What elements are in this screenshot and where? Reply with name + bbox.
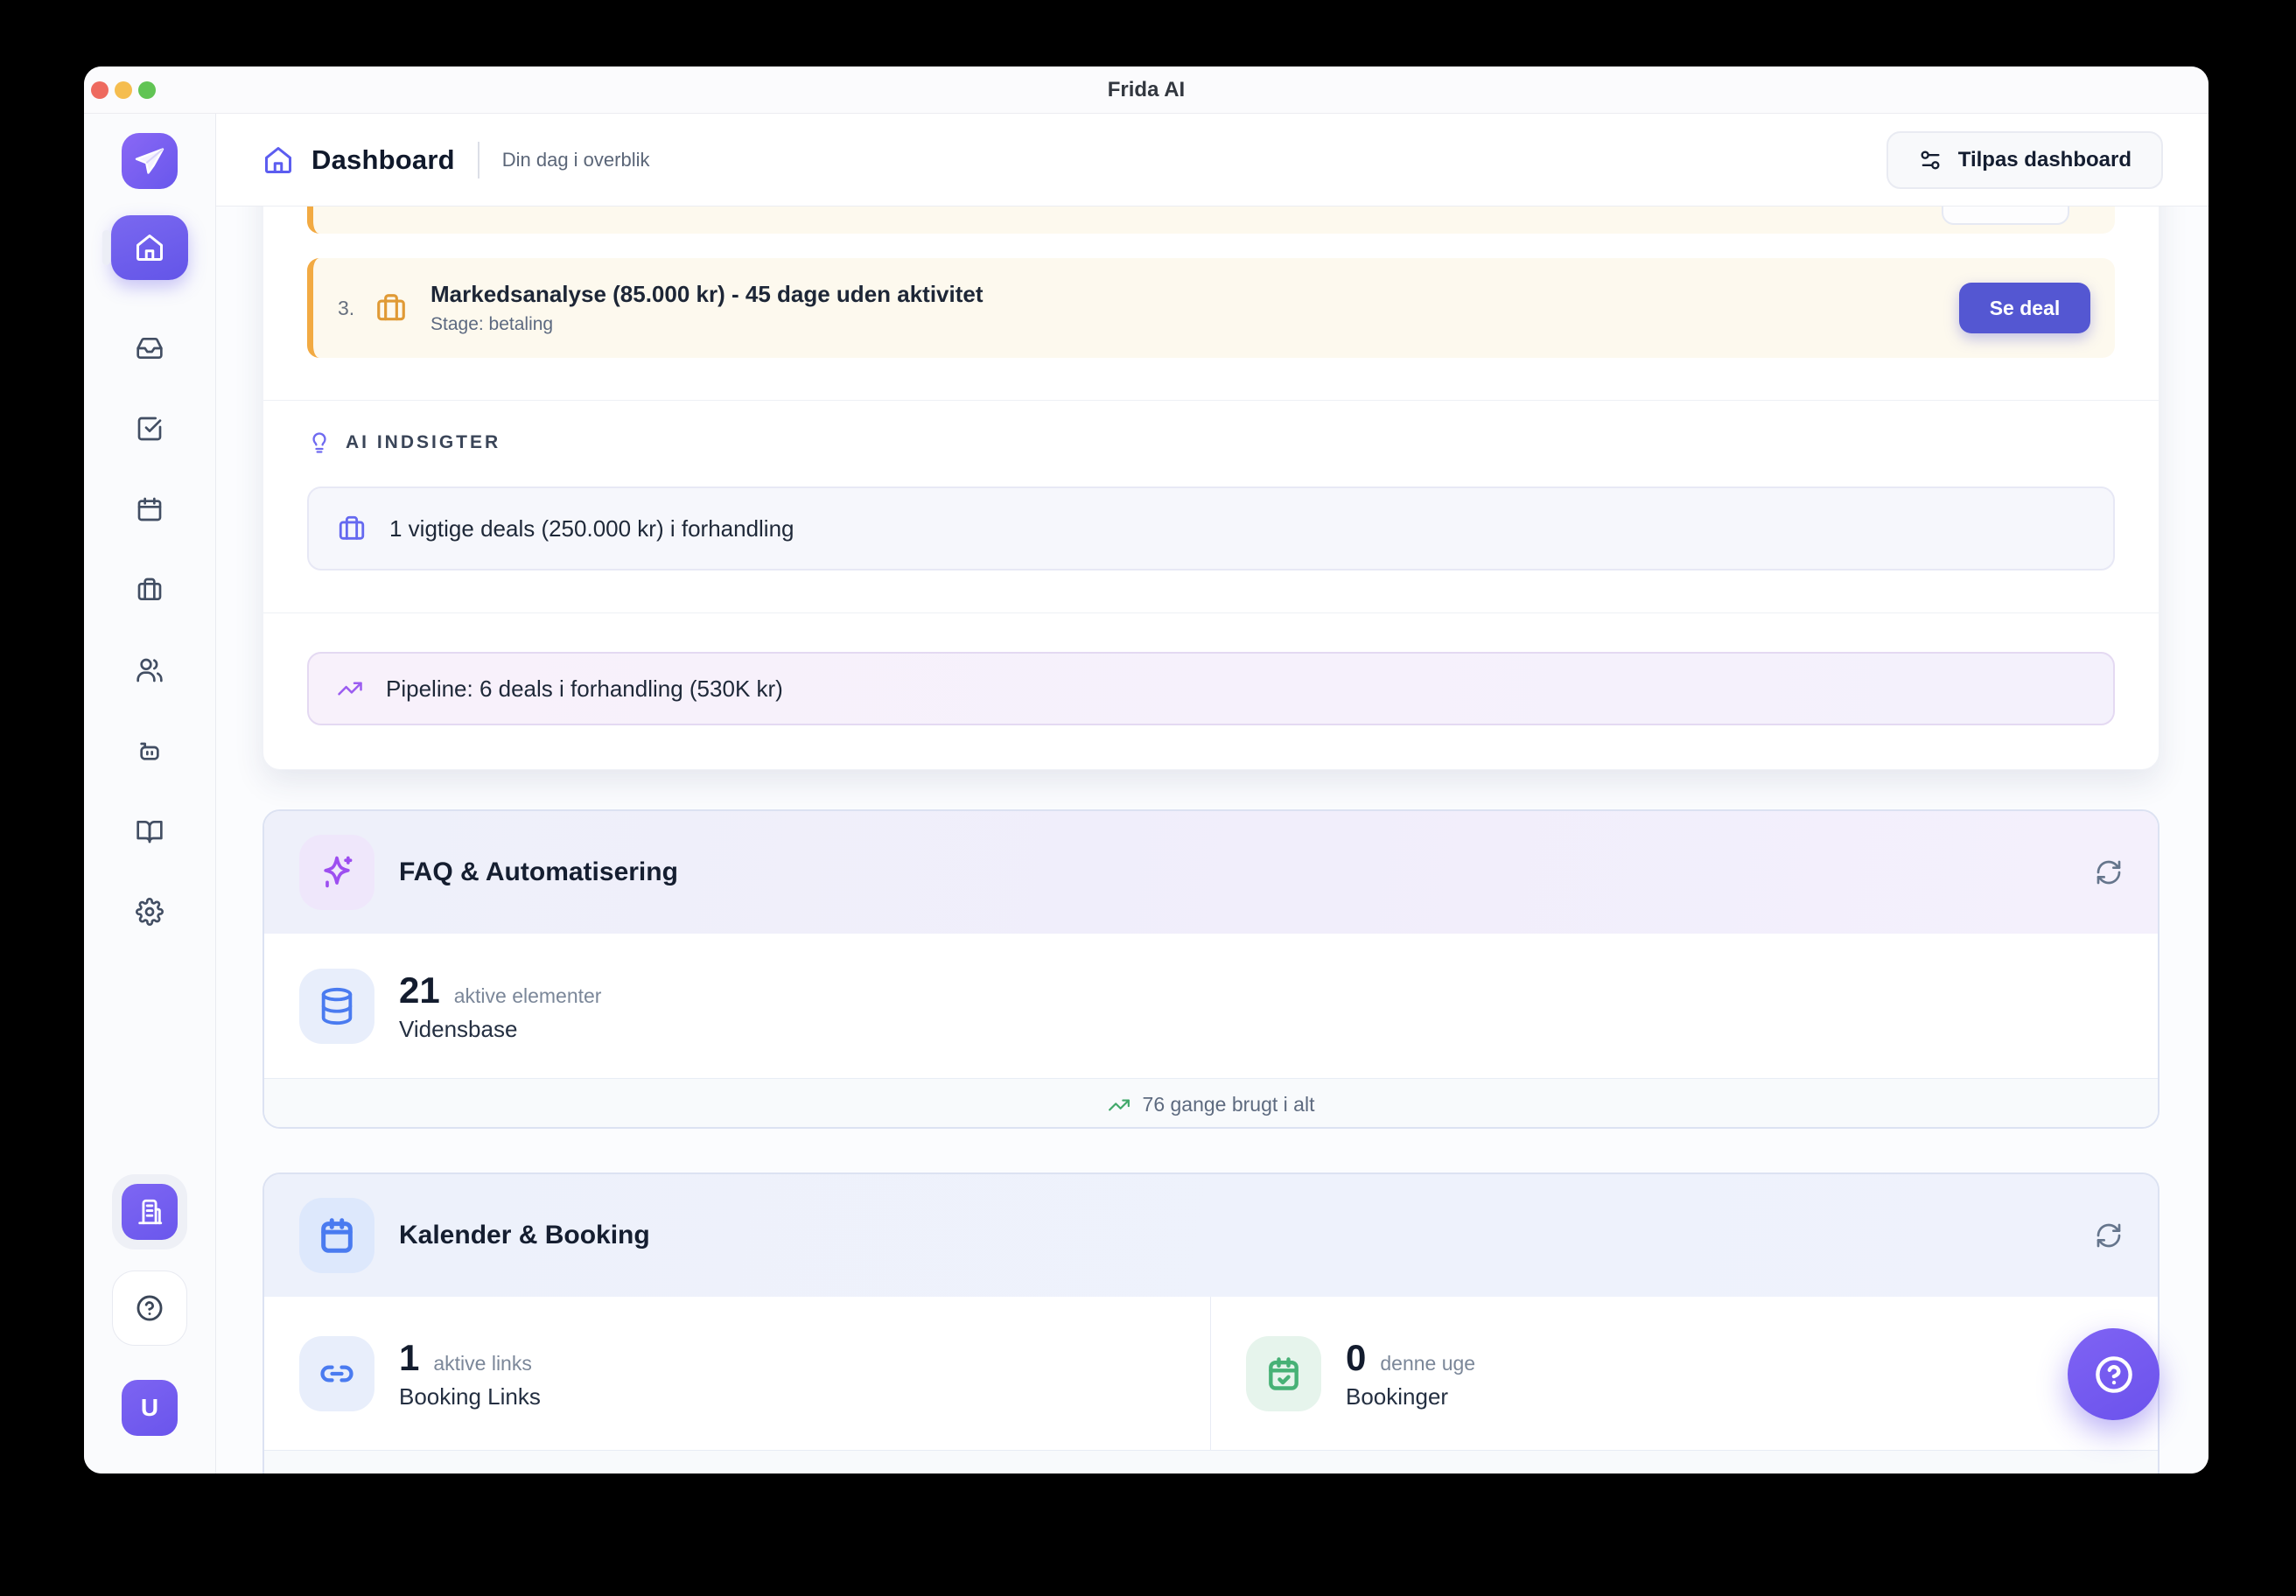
- faq-card-footer: 76 gange brugt i alt: [264, 1078, 2158, 1129]
- floating-help-button[interactable]: [2068, 1328, 2160, 1420]
- gear-icon: [136, 898, 164, 926]
- sidebar-nav: [109, 308, 190, 952]
- dashboard-scroll-area[interactable]: 3. Markedsanalyse (85.000 kr) - 45 dage …: [216, 206, 2208, 1474]
- calendar-card-header: Kalender & Booking: [264, 1174, 2158, 1297]
- ai-insights-heading: AI INDSIGTER: [346, 432, 500, 453]
- faq-card-body: 21 aktive elementer Vidensbase: [264, 934, 2158, 1078]
- app-window: Frida AI: [84, 66, 2208, 1474]
- window-title: Frida AI: [84, 78, 2208, 102]
- sidebar-help-button[interactable]: [112, 1270, 187, 1346]
- page-subtitle: Din dag i overblik: [502, 149, 650, 172]
- section-divider: [263, 612, 2159, 613]
- sidebar: U: [84, 114, 216, 1474]
- bookings-stat-name: Bookinger: [1346, 1383, 1475, 1410]
- sidebar-item-settings[interactable]: [109, 872, 190, 952]
- bookings-stat-value: 0: [1346, 1337, 1366, 1379]
- sidebar-item-ai-bot[interactable]: [109, 710, 190, 791]
- deal-index: 3.: [338, 297, 374, 320]
- sidebar-item-deals[interactable]: [109, 550, 190, 630]
- ai-insights-section: AI INDSIGTER 1 vigtige deals (250.000 kr…: [263, 400, 2159, 570]
- briefcase-orange-icon: [374, 291, 408, 325]
- deal-row-partial: [307, 206, 2115, 234]
- deal-row-partial-button[interactable]: [1942, 206, 2069, 225]
- deal-title: Markedsanalyse (85.000 kr) - 45 dage ude…: [430, 281, 984, 308]
- customize-dashboard-button[interactable]: Tilpas dashboard: [1886, 131, 2163, 189]
- users-icon: [136, 656, 164, 684]
- help-circle-icon: [2091, 1352, 2137, 1397]
- page-header: Dashboard Din dag i overblik Tilpas dash…: [216, 114, 2208, 206]
- organization-button[interactable]: [122, 1184, 178, 1240]
- bookings-stat-label: denne uge: [1380, 1352, 1475, 1376]
- question-circle-icon: [135, 1293, 164, 1323]
- briefcase-icon: [136, 576, 164, 604]
- user-avatar[interactable]: U: [122, 1380, 178, 1436]
- building-icon: [135, 1197, 164, 1227]
- sliders-icon: [1918, 148, 1942, 172]
- deal-insight-chip: 1 vigtige deals (250.000 kr) i forhandli…: [307, 486, 2115, 570]
- bookings-cell: 0 denne uge Bookinger: [1211, 1297, 2158, 1450]
- refresh-calendar-button[interactable]: [2095, 1222, 2123, 1250]
- knowledge-stat-value: 21: [399, 970, 440, 1012]
- sidebar-item-contacts[interactable]: [109, 630, 190, 710]
- database-icon: [299, 969, 374, 1044]
- page-title: Dashboard: [312, 144, 455, 176]
- sidebar-item-tasks[interactable]: [109, 388, 190, 469]
- refresh-icon: [2095, 1222, 2123, 1250]
- sidebar-item-knowledge[interactable]: [109, 791, 190, 872]
- paper-plane-icon: [134, 145, 165, 177]
- faq-automation-card: FAQ & Automatisering 21 aktive eleme: [262, 809, 2160, 1129]
- calendar-card-title: Kalender & Booking: [399, 1221, 650, 1250]
- links-stat-name: Booking Links: [399, 1383, 541, 1410]
- pipeline-insight-text: Pipeline: 6 deals i forhandling (530K kr…: [386, 676, 783, 703]
- faq-card-header: FAQ & Automatisering: [264, 811, 2158, 934]
- calendar-blue-icon: [299, 1198, 374, 1273]
- pipeline-insight-chip: Pipeline: 6 deals i forhandling (530K kr…: [307, 652, 2115, 725]
- active-indicator: [102, 230, 110, 265]
- faq-card-title: FAQ & Automatisering: [399, 858, 678, 887]
- header-divider: [478, 142, 480, 178]
- titlebar: Frida AI: [84, 66, 2208, 114]
- organization-button-wrap: [112, 1174, 187, 1250]
- usage-footer-text: 76 gange brugt i alt: [1143, 1093, 1315, 1116]
- sidebar-item-calendar[interactable]: [109, 469, 190, 550]
- knowledge-stat-label: aktive elementer: [454, 984, 602, 1008]
- links-stat-value: 1: [399, 1337, 419, 1379]
- refresh-icon: [2095, 858, 2123, 886]
- calendar-card-footer: [264, 1450, 2158, 1474]
- sparkles-icon: [299, 835, 374, 910]
- deal-alert-row: 3. Markedsanalyse (85.000 kr) - 45 dage …: [307, 258, 2115, 358]
- sidebar-item-dashboard[interactable]: [111, 215, 188, 280]
- app-logo: [122, 133, 178, 189]
- main-content: Dashboard Din dag i overblik Tilpas dash…: [216, 114, 2208, 1474]
- calendar-icon: [136, 495, 164, 523]
- inbox-icon: [136, 334, 164, 362]
- home-outline-icon: [262, 144, 294, 176]
- deals-insights-card: 3. Markedsanalyse (85.000 kr) - 45 dage …: [262, 206, 2160, 770]
- open-book-icon: [136, 817, 164, 845]
- refresh-faq-button[interactable]: [2095, 858, 2123, 886]
- link-icon: [299, 1336, 374, 1411]
- deal-stage: Stage: betaling: [430, 314, 984, 335]
- calendar-check-icon: [1246, 1336, 1321, 1411]
- lightbulb-icon: [307, 430, 332, 455]
- briefcase-purple-icon: [337, 514, 367, 543]
- avatar-initial: U: [141, 1394, 158, 1422]
- calendar-card-body: 1 aktive links Booking Links: [264, 1297, 2158, 1450]
- sidebar-item-inbox[interactable]: [109, 308, 190, 388]
- calendar-booking-card: Kalender & Booking 1: [262, 1172, 2160, 1474]
- check-square-icon: [136, 415, 164, 443]
- see-deal-button[interactable]: Se deal: [1959, 283, 2090, 333]
- knowledge-stat-name: Vidensbase: [399, 1016, 601, 1043]
- trending-up-icon: [337, 676, 363, 702]
- trend-up-green-icon: [1108, 1094, 1130, 1116]
- deal-insight-text: 1 vigtige deals (250.000 kr) i forhandli…: [389, 515, 794, 542]
- home-icon: [134, 232, 165, 263]
- booking-links-cell: 1 aktive links Booking Links: [264, 1297, 1211, 1450]
- robot-icon: [136, 737, 164, 765]
- links-stat-label: aktive links: [433, 1352, 531, 1376]
- sidebar-bottom: U: [112, 1174, 187, 1436]
